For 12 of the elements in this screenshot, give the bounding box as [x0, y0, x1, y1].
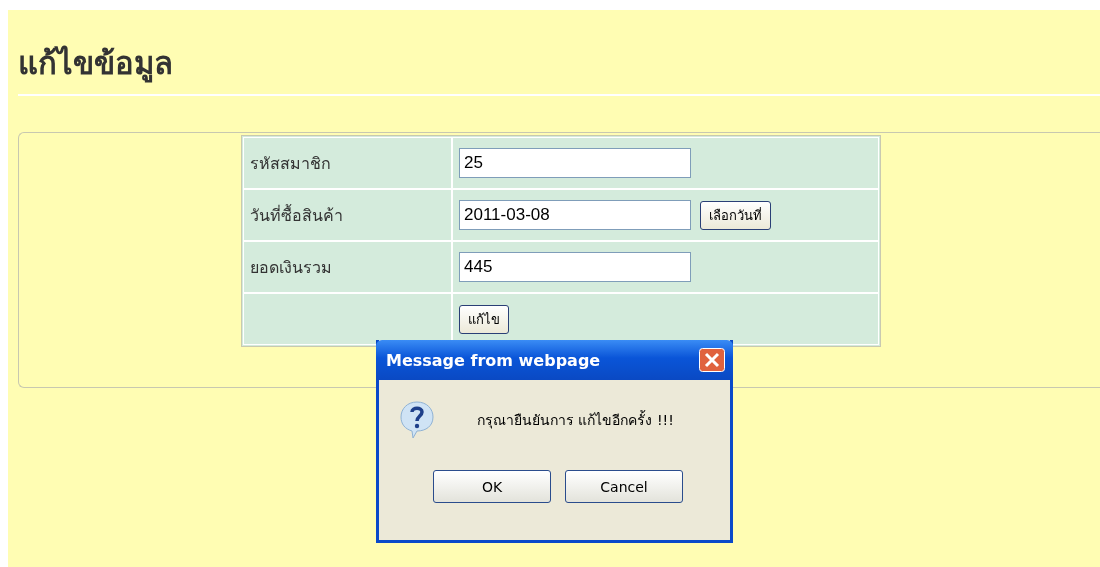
ok-button[interactable]: OK: [433, 470, 551, 503]
pick-date-button[interactable]: เลือกวันที่: [700, 201, 771, 230]
close-icon[interactable]: [699, 348, 725, 372]
input-field[interactable]: 445: [459, 252, 691, 282]
input-field[interactable]: 2011-03-08: [459, 200, 691, 230]
submit-button[interactable]: แก้ไข: [459, 304, 509, 334]
page-title: แก้ไขข้อมูล: [18, 38, 1100, 96]
cancel-button[interactable]: Cancel: [565, 470, 683, 503]
dialog-message: กรุณายืนยันการ แก้ไขอีกครั้ง !!!: [477, 409, 674, 431]
input-field[interactable]: 25: [459, 148, 691, 178]
dialog-title: Message from webpage: [386, 350, 601, 370]
question-icon: [399, 400, 435, 440]
